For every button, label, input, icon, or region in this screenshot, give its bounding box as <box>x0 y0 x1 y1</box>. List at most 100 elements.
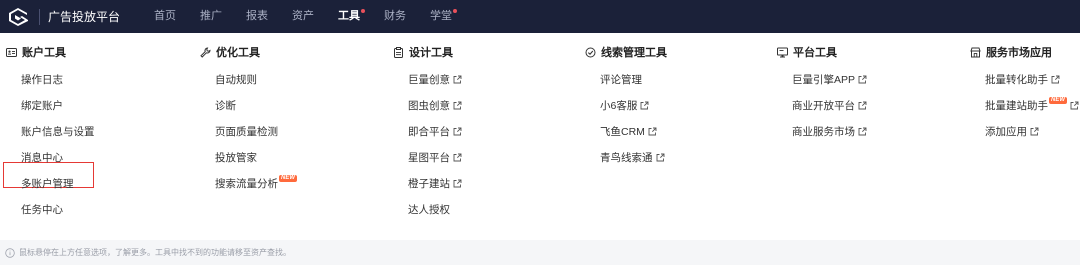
external-link-icon <box>656 153 665 162</box>
menu-item-label: 评论管理 <box>600 73 642 86</box>
menu-item-label: 操作日志 <box>21 73 63 86</box>
column-title: 线索管理工具 <box>584 40 774 64</box>
nav-item-label: 资产 <box>292 10 315 22</box>
menu-item[interactable]: 批量转化助手 <box>969 66 1080 92</box>
column-title-label: 平台工具 <box>793 47 837 59</box>
menu-item[interactable]: 添加应用 <box>969 118 1080 144</box>
menu-item[interactable]: 账户信息与设置 <box>5 118 195 144</box>
menu-item-label: 橙子建站 <box>408 177 450 190</box>
menu-column: 账户工具 操作日志 绑定账户 账户信息与设置 消息中心 多账户管理 任务中心 <box>5 40 195 222</box>
external-link-icon <box>453 101 462 110</box>
menu-item[interactable]: 商业开放平台 <box>776 92 966 118</box>
menu-item[interactable]: 消息中心 <box>5 144 195 170</box>
nav-item[interactable]: 首页 <box>154 0 176 33</box>
shield-check-icon <box>584 46 596 58</box>
menu-item[interactable]: 巨量创意 <box>392 66 582 92</box>
new-badge: NEW <box>279 174 297 182</box>
main-nav: 首页 推广 报表 资产 工具 财务 学堂 <box>154 0 476 33</box>
menu-item-label: 图虫创意 <box>408 99 450 112</box>
external-link-icon <box>1070 101 1079 110</box>
column-title-label: 线索管理工具 <box>601 47 667 59</box>
menu-column: 服务市场应用 批量转化助手 批量建站助手 NEW 添加应用 <box>969 40 1080 144</box>
menu-item-list: 自动规则诊断页面质量检测 投放管家搜索流量分析 NEW <box>199 66 389 196</box>
nav-item[interactable]: 推广 <box>200 0 222 33</box>
menu-item-label: 绑定账户 <box>21 99 63 112</box>
nav-item-label: 工具 <box>338 10 361 22</box>
logo-icon[interactable] <box>5 6 31 28</box>
column-title-label: 优化工具 <box>216 47 260 59</box>
menu-item[interactable]: 青鸟线索通 <box>584 144 774 170</box>
notification-dot <box>361 9 366 13</box>
column-title: 服务市场应用 <box>969 40 1080 64</box>
menu-column: 优化工具自动规则诊断页面质量检测 投放管家搜索流量分析 NEW <box>199 40 389 196</box>
menu-item[interactable]: 任务中心 <box>5 196 195 222</box>
menu-item[interactable]: 图虫创意 <box>392 92 582 118</box>
menu-item-label: 商业开放平台 <box>792 99 855 112</box>
menu-item-list: 巨量创意图虫创意即合平台星图平台橙子建站达人授权 <box>392 66 582 222</box>
wrench-icon <box>199 46 211 58</box>
tools-menu-panel: 账户工具 操作日志 绑定账户 账户信息与设置 消息中心 多账户管理 任务中心 优化工具 自动规则… <box>0 40 1080 236</box>
new-badge: NEW <box>1049 96 1067 104</box>
menu-item[interactable]: 绑定账户 <box>5 92 195 118</box>
menu-item-label: 批量建站助手 <box>985 99 1048 112</box>
menu-item[interactable]: 商业服务市场 <box>776 118 966 144</box>
nav-item-label: 学堂 <box>430 10 453 22</box>
external-link-icon <box>858 127 867 136</box>
clipboard-icon <box>392 46 404 58</box>
external-link-icon <box>1030 127 1039 136</box>
external-link-icon <box>648 127 657 136</box>
column-title-label: 服务市场应用 <box>986 47 1052 59</box>
tip-text: 鼠标悬停在上方任意选项，了解更多。工具中找不到的功能请移至资产查找。 <box>19 248 291 257</box>
menu-item[interactable]: 自动规则 <box>199 66 389 92</box>
top-nav-bar: 广告投放平台 首页 推广 报表 资产 工具 财务 学堂 <box>0 0 1080 33</box>
column-title: 设计工具 <box>392 40 582 64</box>
menu-item[interactable]: 诊断 <box>199 92 389 118</box>
menu-item-label: 青鸟线索通 <box>600 151 653 164</box>
menu-item[interactable]: 操作日志 <box>5 66 195 92</box>
external-link-icon <box>453 153 462 162</box>
menu-item-label: 巨量引擎APP <box>792 73 856 86</box>
menu-item[interactable]: 页面质量检测 <box>199 118 389 144</box>
menu-item-label: 添加应用 <box>985 125 1027 138</box>
external-link-icon <box>453 75 462 84</box>
menu-item[interactable]: 评论管理 <box>584 66 774 92</box>
menu-item[interactable]: 投放管家 <box>199 144 389 170</box>
column-title-label: 设计工具 <box>409 47 453 59</box>
external-link-icon <box>453 127 462 136</box>
external-link-icon <box>858 75 867 84</box>
menu-item-label: 多账户管理 <box>21 177 74 190</box>
menu-item[interactable]: 搜索流量分析 NEW <box>199 170 389 196</box>
menu-column: 平台工具巨量引擎APP 商业开放平台商业服务市场 <box>776 40 966 144</box>
store-icon <box>969 46 981 58</box>
menu-item[interactable]: 星图平台 <box>392 144 582 170</box>
nav-item[interactable]: 学堂 <box>430 0 458 33</box>
menu-item-label: 星图平台 <box>408 151 450 164</box>
menu-item[interactable]: 即合平台 <box>392 118 582 144</box>
menu-item-label: 搜索流量分析 <box>215 177 278 190</box>
external-link-icon <box>858 101 867 110</box>
info-icon <box>5 247 15 258</box>
nav-item-label: 推广 <box>200 10 223 22</box>
monitor-icon <box>776 46 788 58</box>
menu-item[interactable]: 巨量引擎APP <box>776 66 966 92</box>
external-link-icon <box>640 101 649 110</box>
menu-item-label: 页面质量检测 <box>215 125 278 138</box>
menu-column: 设计工具巨量创意图虫创意即合平台星图平台橙子建站达人授权 <box>392 40 582 222</box>
menu-item-list: 批量转化助手 批量建站助手 NEW 添加应用 <box>969 66 1080 144</box>
menu-item[interactable]: 橙子建站 <box>392 170 582 196</box>
nav-item[interactable]: 工具 <box>338 0 366 33</box>
menu-item-label: 达人授权 <box>408 203 450 216</box>
nav-item[interactable]: 报表 <box>246 0 268 33</box>
nav-item-label: 财务 <box>384 10 407 22</box>
menu-item[interactable]: 批量建站助手 NEW <box>969 92 1080 118</box>
id-card-icon <box>5 46 17 58</box>
nav-item-label: 报表 <box>246 10 269 22</box>
nav-item[interactable]: 财务 <box>384 0 406 33</box>
nav-item[interactable]: 资产 <box>292 0 314 33</box>
menu-item[interactable]: 多账户管理 <box>5 170 195 196</box>
menu-item[interactable]: 飞鱼CRM <box>584 118 774 144</box>
menu-item-label: 诊断 <box>215 99 236 112</box>
menu-item-label: 投放管家 <box>215 151 257 164</box>
menu-item[interactable]: 小6客服 <box>584 92 774 118</box>
menu-item[interactable]: 达人授权 <box>392 196 582 222</box>
